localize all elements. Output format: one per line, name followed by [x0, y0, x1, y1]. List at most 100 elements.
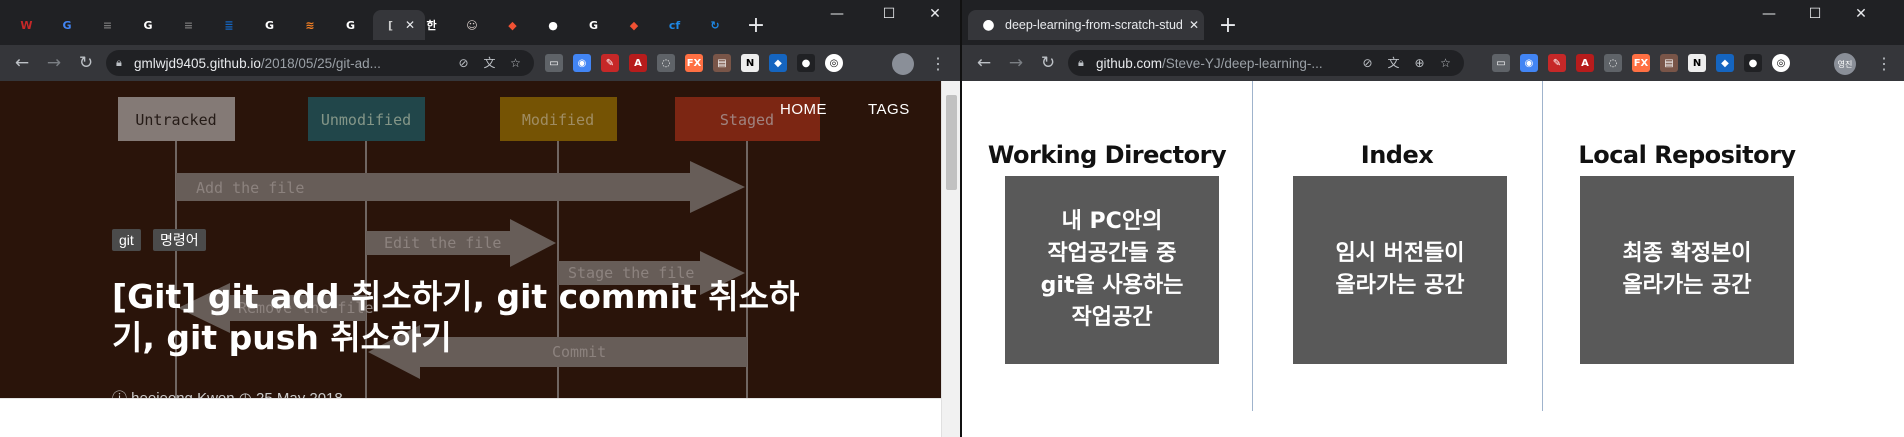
compass-extension-icon[interactable]: ◎ — [1772, 54, 1790, 72]
page-icon: ≡ — [102, 18, 113, 32]
shield-extension-icon[interactable]: ◆ — [769, 54, 787, 72]
tab-translate[interactable]: G — [49, 10, 86, 40]
notion-extension-icon[interactable]: N — [1688, 54, 1706, 72]
menu-icon[interactable]: ⋮ — [1874, 52, 1894, 76]
column-box: 최종 확정본이 올라가는 공간 — [1580, 176, 1794, 364]
nav-home-link[interactable]: HOME — [780, 101, 827, 118]
address-bar[interactable]: 🔒︎ github.com/Steve-YJ/deep-learning-...… — [1068, 50, 1464, 76]
back-icon[interactable]: ← — [972, 51, 996, 75]
camera-extension-icon[interactable]: ◉ — [573, 54, 591, 72]
extension-icon[interactable]: ▭ — [1492, 54, 1510, 72]
maximize-button[interactable]: ☐ — [1792, 2, 1838, 26]
column-working-directory: Working Directory 내 PC안의 작업공간들 중 git을 사용… — [962, 81, 1252, 411]
bookmark-star-icon[interactable]: ☆ — [1437, 54, 1454, 71]
profile-avatar[interactable] — [892, 53, 914, 75]
git-icon: ◆ — [629, 18, 639, 32]
tab-google[interactable]: G — [575, 10, 612, 40]
back-icon[interactable]: ← — [10, 51, 34, 75]
pen-extension-icon[interactable]: ✎ — [601, 54, 619, 72]
close-window-button[interactable]: ✕ — [1838, 2, 1884, 26]
page-icon: ≡ — [183, 18, 194, 32]
shield-extension-icon[interactable]: ◆ — [1716, 54, 1734, 72]
camera-extension-icon[interactable]: ◉ — [1520, 54, 1538, 72]
drive-extension-icon[interactable]: ▤ — [1660, 54, 1678, 72]
pdf-extension-icon[interactable]: A — [1576, 54, 1594, 72]
github-extension-icon[interactable]: ● — [797, 54, 815, 72]
maximize-button[interactable]: ☐ — [866, 2, 912, 26]
column-title: Local Repository — [1578, 141, 1796, 169]
post-title: [Git] git add 취소하기, git commit 취소하기, git… — [112, 277, 800, 357]
extensions-bar: ▭ ◉ ✎ A ◌ FX ▤ N ◆ ● ◎ — [545, 54, 843, 72]
drive-extension-icon[interactable]: ▤ — [713, 54, 731, 72]
profile-avatar[interactable]: 영진 — [1834, 53, 1856, 75]
tab-google[interactable]: G — [332, 10, 369, 40]
fx-extension-icon[interactable]: FX — [1632, 54, 1650, 72]
translate-icon[interactable]: 文 — [481, 54, 498, 71]
right-page-content: Working Directory 내 PC안의 작업공간들 중 git을 사용… — [962, 81, 1904, 437]
address-bar[interactable]: 🔒︎ gmlwjd9405.github.io/2018/05/25/git-a… — [106, 50, 534, 76]
fx-extension-icon[interactable]: FX — [685, 54, 703, 72]
cookie-block-icon[interactable]: ⊘ — [455, 54, 472, 71]
tab-git[interactable]: ◆ — [494, 10, 531, 40]
new-tab-button[interactable]: + — [1214, 12, 1242, 38]
new-tab-button[interactable]: + — [742, 12, 770, 38]
left-browser-window: W G ≡ G ≡ ≣ G ≋ G[✕ 한 ☺ ◆ ● G ◆ cf ↻ + — ☐ ✕ ← → ↻ 🔒︎ gmlwjd… — [0, 0, 960, 437]
pdf-extension-icon[interactable]: A — [629, 54, 647, 72]
tab-git[interactable]: ◆ — [616, 10, 653, 40]
nav-tags-link[interactable]: TAGS — [868, 101, 910, 118]
forward-icon[interactable]: → — [1004, 51, 1028, 75]
address-bar-url: github.com/Steve-YJ/deep-learning-... — [1096, 55, 1323, 71]
state-label-modified: Modified — [522, 111, 594, 129]
stackoverflow-icon: ≋ — [305, 18, 315, 32]
bookmark-star-icon[interactable]: ☆ — [507, 54, 524, 71]
tab-title: deep-learning-from-scratch-stud — [1005, 18, 1183, 32]
tab-wikipedia[interactable]: W — [8, 10, 45, 40]
minimize-button[interactable]: — — [814, 2, 860, 26]
reload-icon[interactable]: ↻ — [74, 51, 98, 75]
translate-icon[interactable]: 文 — [1385, 54, 1402, 71]
google-icon: G — [345, 18, 356, 32]
tab-google[interactable]: G — [251, 10, 288, 40]
tab-papago[interactable]: ↻ — [697, 10, 734, 40]
left-page-content: Untracked Unmodified Modified Staged Add… — [0, 81, 960, 437]
tab-stackoverflow[interactable]: ≋ — [292, 10, 329, 40]
tab-doc[interactable]: ≣ — [211, 10, 248, 40]
codeforces-icon: cf — [668, 18, 681, 32]
minimize-button[interactable]: — — [1746, 2, 1792, 26]
scrollbar-thumb[interactable] — [946, 95, 957, 190]
avatar-icon: ☺ — [466, 18, 478, 32]
state-label-staged: Staged — [720, 111, 774, 129]
tab-avatar[interactable]: ☺ — [454, 10, 491, 40]
column-box: 내 PC안의 작업공간들 중 git을 사용하는 작업공간 — [1005, 176, 1219, 364]
translate-icon: G — [62, 18, 72, 32]
zoom-icon[interactable]: ⊕ — [1411, 54, 1428, 71]
tab-codeforces[interactable]: cf — [656, 10, 693, 40]
tab-google[interactable]: G — [130, 10, 167, 40]
chat-extension-icon[interactable]: ◌ — [1604, 54, 1622, 72]
scrollbar[interactable] — [941, 81, 960, 437]
doc-icon: ≣ — [224, 18, 234, 32]
compass-extension-icon[interactable]: ◎ — [825, 54, 843, 72]
tab-close-icon[interactable]: ✕ — [1189, 18, 1199, 32]
tag-command[interactable]: 명령어 — [153, 229, 206, 251]
tab-github-repo[interactable]: ● deep-learning-from-scratch-stud ✕ — [968, 10, 1204, 40]
pen-extension-icon[interactable]: ✎ — [1548, 54, 1566, 72]
tab-github[interactable]: ● — [535, 10, 572, 40]
tag-git[interactable]: git — [112, 229, 141, 251]
close-window-button[interactable]: ✕ — [912, 2, 958, 26]
menu-icon[interactable]: ⋮ — [928, 52, 948, 76]
wikipedia-icon: W — [20, 18, 33, 32]
reload-icon[interactable]: ↻ — [1036, 51, 1060, 75]
forward-icon[interactable]: → — [42, 51, 66, 75]
tab-page[interactable]: ≡ — [170, 10, 207, 40]
action-label-add: Add the file — [196, 179, 304, 197]
chat-extension-icon[interactable]: ◌ — [657, 54, 675, 72]
github-extension-icon[interactable]: ● — [1744, 54, 1762, 72]
extension-icon[interactable]: ▭ — [545, 54, 563, 72]
tab-page[interactable]: ≡ — [89, 10, 126, 40]
tab-korean[interactable]: 한 — [413, 10, 450, 40]
left-tab-strip: W G ≡ G ≡ ≣ G ≋ G[✕ 한 ☺ ◆ ● G ◆ cf ↻ + — ☐ ✕ — [0, 0, 960, 45]
cookie-block-icon[interactable]: ⊘ — [1359, 54, 1376, 71]
github-icon: ● — [548, 18, 558, 32]
notion-extension-icon[interactable]: N — [741, 54, 759, 72]
